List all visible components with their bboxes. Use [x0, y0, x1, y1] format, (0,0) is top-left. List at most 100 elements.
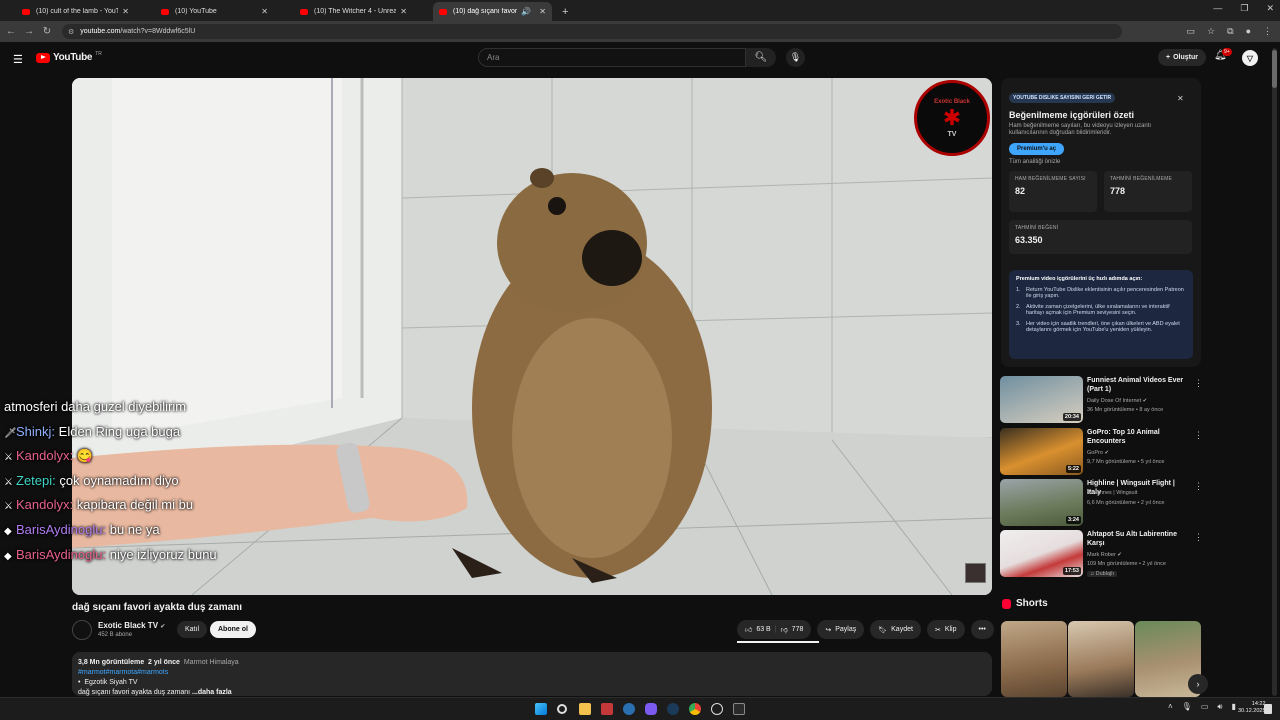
forward-icon[interactable]: → — [22, 26, 36, 37]
more-options-icon[interactable]: ⋮ — [1194, 378, 1203, 389]
restore-icon[interactable]: ❐ — [1240, 3, 1248, 14]
reload-icon[interactable]: ↻ — [40, 26, 54, 37]
hamburger-menu-icon[interactable]: ☰ — [13, 53, 23, 66]
video-title[interactable]: Ahtapot Su Altı Labirentine Karşı — [1087, 530, 1187, 548]
video-title[interactable]: Funniest Animal Videos Ever (Part 1) — [1087, 376, 1187, 394]
scissors-icon: ✂ — [934, 626, 941, 634]
channel-name[interactable]: Daily Dose Of Internet ✔ — [1087, 398, 1147, 404]
close-tab-icon[interactable]: ✕ — [400, 7, 407, 16]
search-icon[interactable] — [557, 704, 567, 714]
player-corner-thumbnail[interactable] — [965, 563, 986, 583]
thumbs-up-icon: 👍︎ — [745, 627, 753, 634]
audio-track-icon: ♫ — [1090, 571, 1095, 577]
save-button[interactable]: 🔖︎ Kaydet — [870, 620, 921, 639]
notification-center-icon[interactable] — [1264, 704, 1272, 714]
network-icon[interactable]: ▭ — [1201, 702, 1209, 712]
vpn-app-icon[interactable] — [623, 703, 635, 715]
browser-tab[interactable]: (10) cult of the lamb - YouTube✕ — [16, 2, 135, 21]
extensions-icon[interactable]: ⧉ — [1227, 26, 1233, 37]
site-info-icon[interactable]: ⚙ — [68, 28, 74, 36]
share-button[interactable]: ↪ Paylaş — [817, 620, 865, 639]
recommended-video[interactable]: 20:34 Funniest Animal Videos Ever (Part … — [1000, 376, 1205, 424]
short-thumbnail[interactable] — [1001, 621, 1067, 697]
close-panel-icon[interactable]: ✕ — [1177, 94, 1184, 103]
join-button[interactable]: Katıl — [177, 621, 208, 638]
close-window-icon[interactable]: ✕ — [1266, 3, 1274, 14]
system-clock[interactable]: 14:22 30.12.2025 — [1238, 701, 1266, 715]
video-thumbnail[interactable]: 3:24 — [1000, 479, 1083, 526]
minimize-icon[interactable]: — — [1213, 3, 1222, 14]
stream-chat-overlay: atmosferi daha guzel diyebilirim 🗡︎Shink… — [4, 395, 304, 567]
location-tag[interactable]: Marmot Himalaya — [184, 659, 239, 666]
more-options-icon[interactable]: ⋮ — [1194, 481, 1203, 492]
browser-tab[interactable]: (10) YouTube ✕ — [155, 2, 274, 21]
video-thumbnail[interactable]: 20:34 — [1000, 376, 1083, 423]
video-title[interactable]: GoPro: Top 10 Animal Encounters — [1087, 428, 1187, 446]
close-tab-icon[interactable]: ✕ — [122, 7, 129, 16]
thumbs-down-icon[interactable]: 👎︎ — [781, 625, 788, 634]
channel-name[interactable]: GoPro ✔ — [1087, 450, 1109, 456]
scrollbar-thumb[interactable] — [1272, 50, 1277, 88]
description-box[interactable]: 3,8 Mn görüntüleme 2 yıl önce Marmot Him… — [72, 652, 992, 696]
new-tab-icon[interactable]: + — [562, 2, 568, 21]
youtube-header: ☰ YouTube TR Ara 🔍︎ 🎙︎ + Oluştur 🔔︎ 9+ ▽ — [0, 42, 1280, 74]
menu-dots-icon[interactable]: ⋮ — [1263, 26, 1272, 37]
mic-tray-icon[interactable]: 🎙︎ — [1182, 702, 1192, 712]
close-tab-icon[interactable]: ✕ — [539, 7, 546, 16]
shorts-next-button[interactable]: › — [1188, 674, 1208, 694]
subscribe-button[interactable]: Abone ol — [210, 621, 256, 638]
recommended-video[interactable]: 17:53 Ahtapot Su Altı Labirentine Karşı … — [1000, 530, 1205, 578]
close-tab-icon[interactable]: ✕ — [261, 7, 268, 16]
bookmark-star-icon[interactable]: ☆ — [1207, 26, 1215, 37]
like-button[interactable]: 👍︎ 63 B | 👎︎ 778 — [737, 620, 812, 639]
more-options-icon[interactable]: ⋮ — [1194, 430, 1203, 441]
youtube-logo[interactable]: YouTube TR — [36, 51, 102, 63]
channel-avatar[interactable] — [72, 620, 92, 640]
file-explorer-icon[interactable] — [579, 703, 591, 715]
back-icon[interactable]: ← — [4, 26, 18, 37]
tray-chevron-icon[interactable]: ˄ — [1168, 702, 1173, 712]
browser-tab[interactable]: (10) The Witcher 4 - Unreal Eng✕ — [294, 2, 413, 21]
calendar-app-icon[interactable] — [601, 703, 613, 715]
clip-button[interactable]: ✂ Klip — [926, 620, 965, 639]
video-thumbnail[interactable]: 17:53 — [1000, 530, 1083, 577]
short-thumbnail[interactable] — [1068, 621, 1134, 697]
cast-icon[interactable]: ▭ — [1187, 26, 1196, 37]
channel-name[interactable]: JoHannes | Wingsuit — [1087, 490, 1137, 496]
channel-name[interactable]: Mark Rober ✔ — [1087, 552, 1122, 558]
chrome-icon[interactable] — [689, 703, 701, 715]
volume-icon[interactable]: 🔊︎ — [1217, 702, 1222, 712]
browser-tab-active[interactable]: (10) dağ sıçanı favori ayakt🔊 ✕ — [433, 2, 552, 21]
more-options-icon[interactable]: ⋮ — [1194, 532, 1203, 543]
notification-count-badge: 9+ — [1222, 48, 1232, 56]
create-button[interactable]: + Oluştur — [1158, 49, 1206, 66]
recommended-video[interactable]: 3:24 Highline | Wingsuit Flight | Italy … — [1000, 479, 1205, 527]
voice-search-button[interactable]: 🎙︎ — [786, 48, 805, 67]
hashtags[interactable]: #marmot#marmota#marmots — [78, 668, 986, 678]
recommended-video[interactable]: 5:22 GoPro: Top 10 Animal Encounters GoP… — [1000, 428, 1205, 476]
premium-button[interactable]: Premium'u aç — [1009, 143, 1065, 155]
video-thumbnail[interactable]: 5:22 — [1000, 428, 1083, 475]
windows-start-icon[interactable] — [535, 703, 547, 715]
profile-icon[interactable]: ● — [1246, 26, 1251, 37]
address-bar[interactable]: ⚙ youtube.com/watch?v=8Wddwf6c5lU — [62, 24, 1122, 39]
search-input[interactable]: Ara — [478, 48, 746, 67]
more-actions-button[interactable]: ••• — [970, 620, 994, 639]
channel-name[interactable]: Exotic Black TV ✔ — [98, 621, 165, 630]
battery-icon[interactable]: ▮ — [1231, 702, 1235, 712]
search-button[interactable]: 🔍︎ — [746, 48, 776, 67]
spider-icon: ✱ — [942, 104, 962, 130]
clip-label: Klip — [944, 626, 957, 633]
stat-value: 63.350 — [1015, 235, 1043, 245]
shorts-title: Shorts — [1016, 598, 1048, 609]
preview-analytics-link[interactable]: Tüm analitiği önizle — [1009, 159, 1193, 165]
user-avatar[interactable]: ▽ — [1242, 50, 1258, 66]
show-more-link[interactable]: ...daha fazla — [192, 689, 232, 696]
chat-text: bu ne ya — [109, 521, 160, 537]
audio-icon[interactable]: 🔊 — [521, 7, 531, 16]
steam-icon[interactable] — [667, 703, 679, 715]
terminal-app-icon[interactable] — [733, 703, 745, 715]
discord-icon[interactable] — [645, 703, 657, 715]
openai-app-icon[interactable] — [711, 703, 723, 715]
page-scrollbar[interactable] — [1272, 48, 1277, 696]
